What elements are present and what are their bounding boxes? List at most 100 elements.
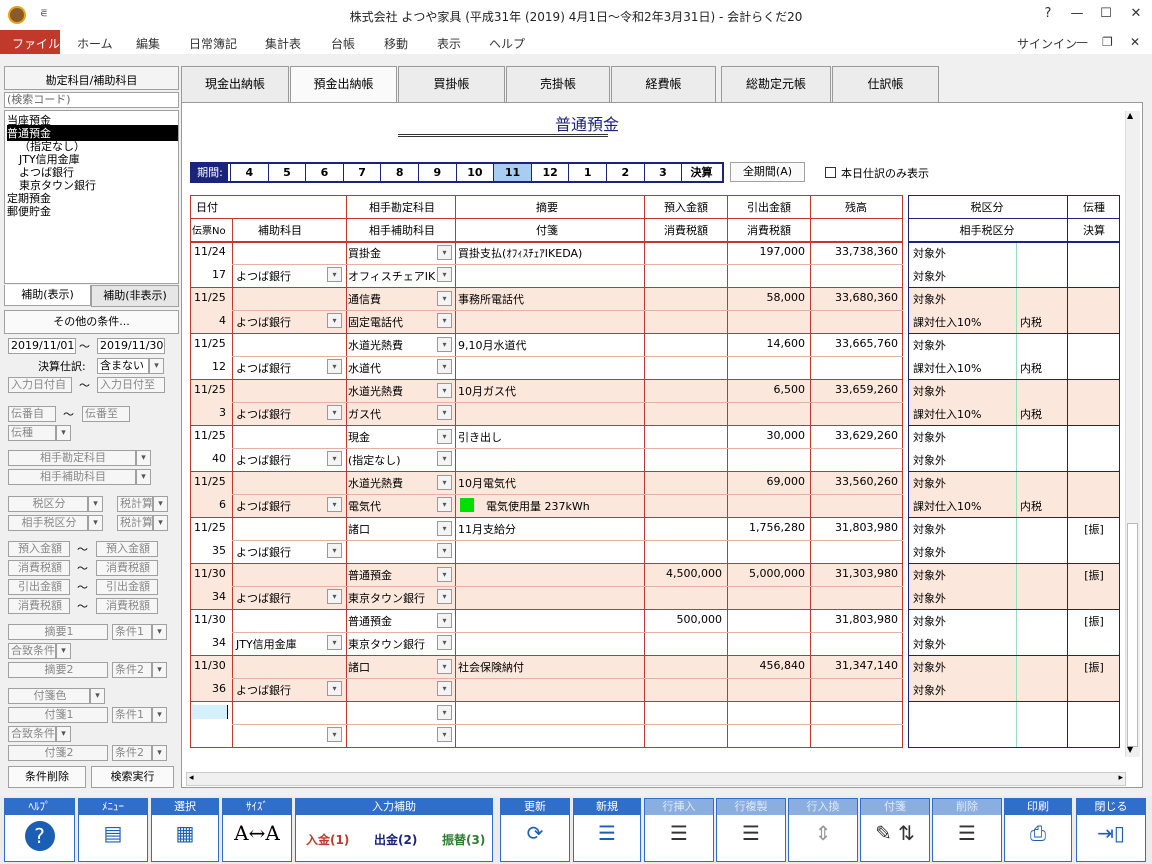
row-sub-account[interactable]: よつば銀行 <box>236 498 331 514</box>
chevron-down-icon[interactable]: ▾ <box>437 245 452 260</box>
chevron-down-icon[interactable]: ▾ <box>327 451 342 466</box>
row-copy-button[interactable]: 行複製 ☰ <box>716 798 786 862</box>
new-entry-date-input[interactable] <box>192 705 228 719</box>
period-4[interactable]: 4 <box>230 164 268 181</box>
new-button[interactable]: 新規 ☰ <box>573 798 641 862</box>
row-sub-account[interactable]: よつば銀行 <box>236 452 331 468</box>
counter-tax-select[interactable]: 相手税区分 <box>8 515 88 531</box>
counter-sub-select[interactable]: 相手補助科目 <box>8 469 136 485</box>
period-2[interactable]: 2 <box>606 164 644 181</box>
chevron-down-icon[interactable]: ▾ <box>437 405 452 420</box>
chevron-down-icon[interactable]: ▾ <box>437 589 452 604</box>
search-code-input[interactable]: (検索コード) <box>4 92 179 108</box>
chevron-down-icon[interactable]: ▾ <box>327 497 342 512</box>
today-only-checkbox[interactable] <box>825 167 836 178</box>
period-12[interactable]: 12 <box>530 164 569 181</box>
chevron-down-icon[interactable]: ▾ <box>327 681 342 696</box>
memo2-input[interactable]: 摘要2 <box>8 662 108 678</box>
chevron-down-icon[interactable]: ▾ <box>152 745 167 761</box>
chevron-down-icon[interactable]: ▾ <box>437 451 452 466</box>
row-swap-button[interactable]: 行入換 ⇕ <box>788 798 858 862</box>
menu-view[interactable]: 表示 <box>437 35 461 52</box>
row-counter-account[interactable]: 普通預金 <box>348 567 436 583</box>
chevron-down-icon[interactable]: ▾ <box>437 429 452 444</box>
print-button[interactable]: 印刷 ⎙ <box>1004 798 1072 862</box>
scroll-right-icon[interactable]: ▸ <box>1118 773 1123 783</box>
row-insert-button[interactable]: 行挿入 ☰ <box>644 798 714 862</box>
chevron-down-icon[interactable]: ▾ <box>152 707 167 723</box>
date-from-input[interactable]: 2019/11/01 <box>8 338 76 354</box>
menu-daily[interactable]: 日常簿記 <box>189 35 237 52</box>
chevron-down-icon[interactable]: ▾ <box>437 613 452 628</box>
chevron-down-icon[interactable]: ▾ <box>136 469 151 485</box>
entry-date-from[interactable]: 入力日付自 <box>8 377 72 393</box>
slip-from[interactable]: 伝番自 <box>8 406 56 422</box>
search-execute-button[interactable]: 検索実行 <box>91 766 174 788</box>
row-sub-account[interactable]: よつば銀行 <box>236 360 331 376</box>
tab-receivables[interactable]: 売掛帳 <box>506 66 610 102</box>
signin-link[interactable]: サインイン <box>1017 35 1077 52</box>
scroll-left-icon[interactable]: ◂ <box>189 773 194 783</box>
withdraw-tax-to[interactable]: 消費税額 <box>96 598 158 614</box>
chevron-down-icon[interactable]: ▾ <box>88 515 103 531</box>
withdraw-button[interactable]: 出金(2) <box>374 831 417 848</box>
tag-cond1-select[interactable]: 条件1 <box>112 707 152 723</box>
period-6[interactable]: 6 <box>305 164 343 181</box>
closing-select[interactable]: 含まない <box>97 358 149 374</box>
tag-button[interactable]: 付箋 ✎ ⇅ <box>860 798 930 862</box>
match-select[interactable]: 合致条件 <box>8 643 56 659</box>
tree-item[interactable]: 郵便貯金 <box>7 203 51 219</box>
row-sub-account[interactable]: よつば銀行 <box>236 268 331 284</box>
tab-payables[interactable]: 買掛帳 <box>398 66 505 102</box>
row-counter-account[interactable]: 諸口 <box>348 659 436 675</box>
chevron-down-icon[interactable]: ▾ <box>136 450 151 466</box>
chevron-down-icon[interactable]: ▾ <box>152 624 167 640</box>
withdraw-tax-from[interactable]: 消費税額 <box>8 598 70 614</box>
row-memo[interactable]: 買掛支払(ｵﾌｨｽﾁｪｱIKEDA) <box>458 245 643 261</box>
chevron-down-icon[interactable]: ▾ <box>327 313 342 328</box>
menu-move[interactable]: 移動 <box>384 35 408 52</box>
withdraw-to[interactable]: 引出金額 <box>96 579 158 595</box>
chevron-down-icon[interactable]: ▾ <box>437 659 452 674</box>
chevron-down-icon[interactable]: ▾ <box>327 267 342 282</box>
menu-edit[interactable]: 編集 <box>136 35 160 52</box>
row-counter-account[interactable]: 水道光熱費 <box>348 475 436 491</box>
tab-sub-hide[interactable]: 補助(非表示) <box>91 285 179 307</box>
row-counter-sub[interactable]: ガス代 <box>348 406 436 422</box>
tab-sub-show[interactable]: 補助(表示) <box>4 285 91 306</box>
row-sub-account[interactable]: よつば銀行 <box>236 682 331 698</box>
chevron-down-icon[interactable]: ▾ <box>437 705 452 720</box>
slip-type-select[interactable]: 伝種 <box>8 425 56 441</box>
menu-summary[interactable]: 集計表 <box>265 35 301 52</box>
row-counter-sub[interactable]: オフィスチェアIKE <box>348 268 436 284</box>
deposit-from[interactable]: 預入金額 <box>8 541 70 557</box>
period-7[interactable]: 7 <box>342 164 381 181</box>
menu-button[interactable]: ﾒﾆｭｰ ▤ <box>78 798 148 862</box>
row-memo[interactable]: 10月ガス代 <box>458 383 643 399</box>
chevron-down-icon[interactable]: ▾ <box>152 662 167 678</box>
chevron-down-icon[interactable]: ▾ <box>327 589 342 604</box>
row-counter-account[interactable]: 通信費 <box>348 291 436 307</box>
period-1[interactable]: 1 <box>568 164 606 181</box>
row-counter-account[interactable]: 水道光熱費 <box>348 337 436 353</box>
menu-file[interactable]: ファイル <box>0 30 60 54</box>
tax-calc-select[interactable]: 税計算 <box>117 496 153 512</box>
chevron-down-icon[interactable]: ▾ <box>327 359 342 374</box>
scroll-thumb[interactable] <box>1127 523 1138 747</box>
chevron-down-icon[interactable]: ▾ <box>437 337 452 352</box>
period-8[interactable]: 8 <box>380 164 418 181</box>
chevron-down-icon[interactable]: ▾ <box>88 496 103 512</box>
counter-account-select[interactable]: 相手勘定科目 <box>8 450 136 466</box>
tab-deposit-book[interactable]: 預金出納帳 <box>290 66 397 104</box>
period-9[interactable]: 9 <box>418 164 456 181</box>
scroll-down-icon[interactable]: ▼ <box>1127 745 1133 754</box>
chevron-down-icon[interactable]: ▾ <box>327 543 342 558</box>
horizontal-scrollbar[interactable]: ◂ ▸ <box>186 772 1126 786</box>
restore-icon[interactable]: ❐ <box>1102 35 1113 49</box>
chevron-down-icon[interactable]: ▾ <box>437 681 452 696</box>
chevron-down-icon[interactable]: ▾ <box>437 635 452 650</box>
row-sub-account[interactable]: JTY信用金庫 <box>236 636 331 652</box>
menu-help[interactable]: ヘルプ <box>489 35 525 52</box>
vertical-scrollbar[interactable]: ▲ ▼ <box>1125 111 1140 757</box>
tag-color-select[interactable]: 付箋色 <box>8 688 90 704</box>
